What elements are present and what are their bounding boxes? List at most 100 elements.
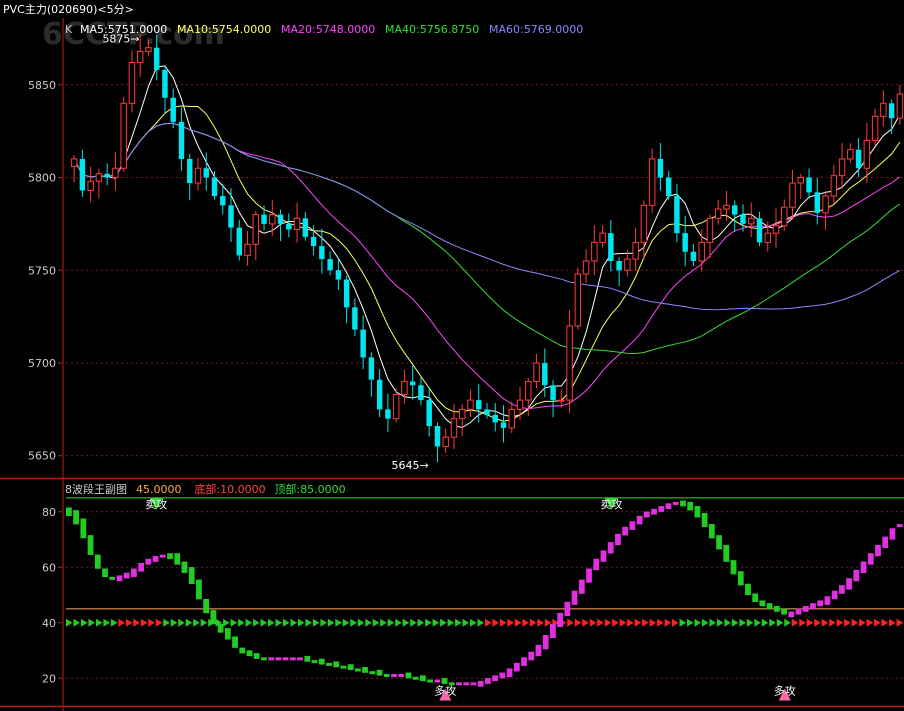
ma-legend-item: MA10:5754.0000 xyxy=(177,23,271,36)
candle-body-down xyxy=(740,214,746,224)
wave-bar xyxy=(347,664,354,671)
wave-bar xyxy=(535,644,542,657)
candle-body-up xyxy=(533,362,540,383)
trend-arrow xyxy=(95,618,103,627)
wave-bar xyxy=(593,558,600,571)
candle-body-down xyxy=(542,363,548,386)
candle-body-up xyxy=(830,175,838,197)
candle-body-up xyxy=(789,182,796,208)
trend-arrow xyxy=(395,618,402,627)
trend-arrow xyxy=(739,618,746,627)
trend-arrow xyxy=(537,618,544,627)
trend-arrow xyxy=(874,618,881,627)
wave-bar xyxy=(875,544,881,557)
futures-chart[interactable]: PVC主力(020690)<5分> 6CCTP.com K MA5:5751.0… xyxy=(0,0,904,711)
wave-bar xyxy=(253,653,260,659)
wave-bar xyxy=(391,673,397,677)
k-label: K xyxy=(65,23,73,36)
trend-arrow xyxy=(731,618,739,627)
trend-arrow xyxy=(529,618,537,627)
candle-body-down xyxy=(211,177,218,197)
candle-body-down xyxy=(418,385,424,401)
sub-param: 顶部:85.0000 xyxy=(274,482,345,496)
trend-arrow xyxy=(582,618,589,627)
candle-body-down xyxy=(376,379,383,410)
wave-bar xyxy=(427,679,433,683)
wave-bar xyxy=(846,578,852,590)
wave-bar xyxy=(694,506,701,518)
wave-bar xyxy=(817,600,824,607)
wave-bar xyxy=(94,554,101,569)
trend-arrow xyxy=(829,618,836,627)
trend-arrow xyxy=(447,618,455,627)
candle-body-up xyxy=(764,232,771,243)
candle-body-up xyxy=(698,241,705,262)
trend-arrow xyxy=(776,618,784,627)
wave-bar xyxy=(651,508,657,515)
wave-bar xyxy=(542,635,549,650)
candle-body-down xyxy=(162,69,168,98)
trend-arrow xyxy=(417,618,425,627)
candlesticks xyxy=(70,34,904,463)
trend-arrow xyxy=(305,618,312,627)
trend-arrow xyxy=(148,618,155,627)
candle-body-down xyxy=(343,279,350,308)
trend-arrow xyxy=(170,618,178,627)
candle-body-down xyxy=(261,214,267,224)
trend-arrow xyxy=(672,618,679,627)
sell-signal-label: 卖攻 xyxy=(600,497,622,511)
trend-arrow xyxy=(268,618,275,627)
wave-bar xyxy=(622,526,629,536)
wave-bar xyxy=(304,655,311,662)
wave-bar xyxy=(708,524,715,539)
trend-arrow xyxy=(125,618,133,627)
trend-arrow xyxy=(133,618,140,627)
wave-bar xyxy=(607,542,614,554)
wave-bar xyxy=(326,662,332,666)
wave-bar xyxy=(419,675,426,682)
candle-body-down xyxy=(302,218,309,237)
candle-body-up xyxy=(459,408,466,420)
wave-bar xyxy=(506,668,513,677)
trend-arrow xyxy=(342,618,350,627)
trend-arrow xyxy=(410,618,417,627)
wave-bar xyxy=(159,554,166,558)
candle-body-down xyxy=(731,205,738,215)
candle-body-up xyxy=(508,408,515,429)
candle-body-down xyxy=(888,103,895,119)
candle-body-down xyxy=(616,260,622,271)
trend-arrow xyxy=(604,618,612,627)
trend-arrow xyxy=(649,618,657,627)
candle-body-up xyxy=(244,243,251,256)
candle-body-down xyxy=(682,233,688,252)
wave-bar xyxy=(441,678,448,684)
candle-body-up xyxy=(896,93,904,119)
wave-bar xyxy=(311,660,318,664)
trend-arrow xyxy=(574,618,582,627)
trend-arrow xyxy=(118,618,125,627)
candle-body-up xyxy=(120,102,127,169)
wave-bar xyxy=(282,657,289,661)
candle-body-up xyxy=(822,195,829,214)
candle-body-up xyxy=(582,260,590,275)
wave-bar xyxy=(759,600,766,607)
candle-body-down xyxy=(409,381,416,386)
wave-bar xyxy=(795,608,802,615)
trend-arrow xyxy=(859,618,866,627)
y-tick-label: 5800 xyxy=(28,172,56,185)
wave-bar xyxy=(80,518,87,539)
wave-bar xyxy=(232,636,238,648)
wave-bar xyxy=(109,576,116,580)
candle-body-up xyxy=(70,158,78,167)
ma-legend-item: MA60:5769.0000 xyxy=(489,23,583,36)
trend-arrow xyxy=(245,618,253,627)
candle-body-up xyxy=(467,399,474,410)
candle-body-up xyxy=(640,204,648,243)
candle-body-up xyxy=(863,139,871,169)
candle-body-up xyxy=(574,273,582,327)
wave-bar xyxy=(615,533,621,546)
trend-arrow xyxy=(335,618,342,627)
wave-bar xyxy=(550,623,556,639)
trend-arrow xyxy=(499,618,507,627)
wave-bar xyxy=(369,671,376,675)
